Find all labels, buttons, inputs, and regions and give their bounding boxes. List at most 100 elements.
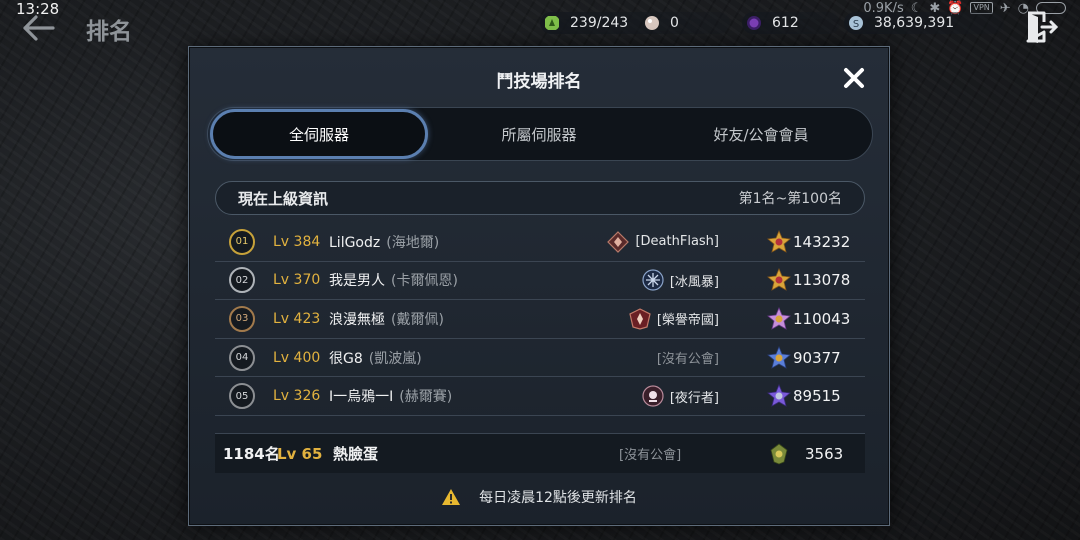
rank-badge: 05	[229, 383, 255, 410]
arena-score: 90377	[767, 345, 841, 370]
close-icon	[844, 68, 864, 88]
score-value: 90377	[793, 348, 841, 367]
player-name-text: LilGodz	[329, 234, 381, 251]
my-score-value: 3563	[805, 444, 844, 463]
guild-name: [冰風暴]	[587, 269, 719, 291]
player-class: (凱波嵐)	[368, 350, 422, 367]
guild-name-text: [榮譽帝國]	[656, 313, 719, 329]
score-value: 143232	[793, 232, 851, 251]
player-level: Lv 326	[273, 388, 321, 405]
ranking-row[interactable]: 05 Lv 326 I一烏鴉一I (赫爾賽) [夜行者] 89515	[215, 377, 865, 416]
exit-door-icon	[1026, 11, 1059, 43]
score-value: 89515	[793, 387, 841, 406]
rank-insignia-icon	[770, 443, 788, 464]
my-level: Lv 65	[277, 444, 323, 463]
player-name: 浪漫無極 (戴爾佩)	[329, 309, 444, 329]
silver-coin-icon: S	[849, 16, 863, 30]
update-notice: 每日凌晨12點後更新排名	[189, 487, 889, 507]
exit-button[interactable]	[1024, 10, 1059, 44]
guild-name: [榮譽帝國]	[587, 308, 719, 330]
ranking-row[interactable]: 02 Lv 370 我是男人 (卡爾佩恩) [冰風暴] 113078	[215, 262, 865, 301]
guild-name-text: [夜行者]	[669, 390, 719, 406]
pearl-icon	[645, 16, 659, 30]
airplane-icon: ✈	[999, 0, 1011, 16]
rank-badge: 04	[229, 344, 255, 371]
crystal-value: 612	[772, 15, 799, 31]
tab-own-server[interactable]: 所屬伺服器	[428, 109, 650, 159]
player-class: (赫爾賽)	[399, 389, 453, 406]
player-level: Lv 423	[273, 310, 321, 327]
player-level: Lv 370	[273, 272, 321, 289]
svg-text:S: S	[853, 19, 859, 30]
player-class: (戴爾佩)	[391, 311, 444, 328]
page-title: 排名	[86, 19, 132, 45]
ranking-info-bar: 現在上級資訊 第1名~第100名	[215, 181, 865, 215]
guild-name-text: [DeathFlash]	[635, 234, 719, 250]
tab-all-servers[interactable]: 全伺服器	[210, 109, 428, 159]
rank-insignia-icon	[767, 345, 791, 369]
guild-emblem-icon	[642, 385, 664, 407]
player-name: 很G8 (凱波嵐)	[329, 348, 422, 368]
close-button[interactable]	[839, 63, 869, 93]
warning-icon	[442, 489, 461, 505]
guild-emblem-icon	[607, 230, 630, 253]
player-name: LilGodz (海地爾)	[329, 232, 439, 252]
arena-ranking-panel: 鬥技場排名 全伺服器 所屬伺服器 好友/公會會員 現在上級資訊 第1名~第100…	[188, 46, 890, 526]
arena-score: 143232	[767, 229, 851, 254]
stamina-value: 239/243	[570, 15, 629, 31]
ranking-row[interactable]: 01 Lv 384 LilGodz (海地爾) [DeathFlash] 1432…	[215, 223, 865, 262]
my-name: 熱臉蛋	[333, 445, 379, 463]
rank-insignia-icon	[767, 306, 791, 330]
player-name: I一烏鴉一I (赫爾賽)	[329, 386, 452, 406]
arena-score: 110043	[767, 306, 851, 331]
player-name-text: 浪漫無極	[329, 311, 385, 328]
currency-silver[interactable]: S 38,639,391	[844, 12, 1004, 34]
rank-range: 第1名~第100名	[738, 191, 842, 207]
guild-emblem-icon	[642, 269, 664, 291]
rank-badge: 03	[229, 305, 255, 332]
rank-insignia-icon	[767, 229, 791, 253]
player-class: (海地爾)	[386, 234, 440, 251]
player-level: Lv 400	[273, 349, 321, 366]
ranking-row[interactable]: 04 Lv 400 很G8 (凱波嵐) [沒有公會] 90377	[215, 339, 865, 378]
silver-value: 38,639,391	[874, 15, 955, 31]
guild-emblem-icon	[629, 308, 651, 330]
rank-badge: 02	[229, 267, 255, 294]
server-tabs: 全伺服器 所屬伺服器 好友/公會會員	[207, 107, 873, 161]
ranking-row[interactable]: 03 Lv 423 浪漫無極 (戴爾佩) [榮譽帝國] 110043	[215, 300, 865, 339]
player-name: 我是男人 (卡爾佩恩)	[329, 270, 458, 290]
player-name-text: I一烏鴉一I	[329, 389, 394, 406]
back-button[interactable]	[20, 10, 56, 46]
tab-friends-guild[interactable]: 好友/公會會員	[650, 109, 872, 159]
arena-score: 89515	[767, 384, 841, 408]
player-name-text: 我是男人	[329, 273, 385, 290]
my-ranking-row[interactable]: 1184名 Lv 65 熱臉蛋 [沒有公會] 3563	[215, 433, 865, 473]
my-guild: [沒有公會]	[619, 448, 682, 463]
player-class: (卡爾佩恩)	[391, 273, 458, 290]
score-value: 110043	[793, 309, 851, 328]
score-value: 113078	[793, 271, 851, 290]
guild-name: [沒有公會]	[587, 348, 719, 367]
ranking-list[interactable]: 01 Lv 384 LilGodz (海地爾) [DeathFlash] 1432…	[215, 223, 865, 417]
crystal-icon	[747, 16, 761, 30]
rank-insignia-icon	[767, 268, 791, 292]
rank-insignia-icon	[767, 384, 791, 407]
back-arrow-icon	[23, 15, 55, 41]
guild-name: [夜行者]	[587, 385, 719, 407]
rank-badge: 01	[229, 228, 255, 255]
panel-title: 鬥技場排名	[496, 72, 582, 92]
player-level: Lv 384	[273, 233, 321, 250]
guild-name-text: [冰風暴]	[669, 274, 719, 290]
my-rank: 1184名	[223, 445, 280, 463]
guild-name-text: [沒有公會]	[656, 352, 719, 368]
currency-pearl[interactable]: 0	[640, 12, 740, 34]
pearl-value: 0	[670, 15, 679, 31]
arena-score: 113078	[767, 268, 850, 292]
my-arena-score: 3563	[767, 442, 843, 466]
notice-text: 每日凌晨12點後更新排名	[479, 490, 637, 506]
currency-crystal[interactable]: 612	[742, 12, 840, 34]
info-label: 現在上級資訊	[238, 189, 329, 208]
player-name-text: 很G8	[329, 350, 363, 367]
guild-name: [DeathFlash]	[587, 230, 719, 253]
stamina-icon	[545, 16, 559, 30]
